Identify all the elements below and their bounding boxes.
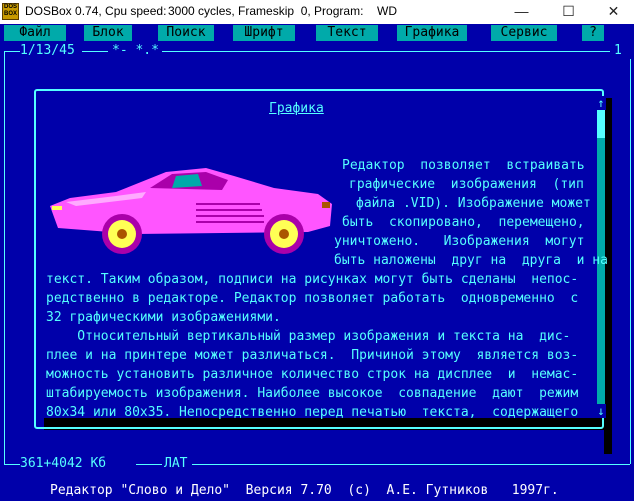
menu-service[interactable]: Сервис xyxy=(491,25,557,41)
frame-bottom-border-left xyxy=(4,464,20,465)
scroll-up-arrow-icon[interactable]: ↑ xyxy=(596,96,606,110)
menu-font[interactable]: Шрифт xyxy=(233,25,295,41)
dosbox-app-icon[interactable]: DOS BOX xyxy=(2,3,19,20)
text-line: Редактор позволяет встраивать xyxy=(342,158,585,173)
frame-top-border-left xyxy=(4,51,20,52)
frame-left-border xyxy=(4,51,5,464)
text-line: редственно в редакторе. Редактор позволя… xyxy=(46,291,579,306)
text-line: можность установить различное количество… xyxy=(46,367,579,382)
text-line: 80x34 или 80x35. Непосредственно перед п… xyxy=(46,405,579,420)
text-line: Относительный вертикальный размер изобра… xyxy=(46,329,571,344)
window-title-program: WD xyxy=(377,4,397,18)
file-marks: *- *.* xyxy=(112,43,159,58)
maximize-button[interactable]: ☐ xyxy=(546,0,591,24)
sports-car-image xyxy=(50,168,332,254)
text-line: 32 графическими изображениями. xyxy=(46,310,281,325)
status-bar: Редактор "Слово и Дело" Версия 7.70 (c) … xyxy=(0,482,634,501)
frame-top-border-mid xyxy=(82,51,108,52)
frame-right-marker: 1 xyxy=(614,43,622,58)
frame-right-border xyxy=(630,59,631,464)
window-title-cycles: 3000 cycles, Frameskip 0, Program: xyxy=(168,4,364,18)
window-title-app: DOSBox 0.74, Cpu speed: xyxy=(25,4,167,18)
menu-file[interactable]: Файл xyxy=(4,25,66,41)
scroll-down-arrow-icon[interactable]: ↓ xyxy=(596,404,606,418)
text-line: штабируемость изображения. Наиболее высо… xyxy=(46,386,579,401)
menu-search[interactable]: Поиск xyxy=(158,25,214,41)
frame-bottom-border-right xyxy=(192,464,630,465)
document-shadow-right xyxy=(604,98,612,454)
text-line: уничтожено. Изображения могут xyxy=(334,234,585,249)
text-line: быть скопировано, перемещено, xyxy=(342,215,585,230)
keyboard-layout-indicator: ЛАТ xyxy=(164,456,188,471)
window-titlebar: DOS BOX DOSBox 0.74, Cpu speed: 3000 cyc… xyxy=(0,0,634,24)
version-info: Редактор "Слово и Дело" Версия 7.70 (c) … xyxy=(50,483,559,498)
text-line: файла .VID). Изображение может xyxy=(356,196,591,211)
menu-block[interactable]: Блок xyxy=(84,25,132,41)
menu-graphics[interactable]: Графика xyxy=(397,25,467,41)
frame-top-border-right xyxy=(162,51,610,52)
text-line: текст. Таким образом, подписи на рисунка… xyxy=(46,272,579,287)
frame-bottom-border-mid xyxy=(136,464,162,465)
close-button[interactable]: ✕ xyxy=(591,0,634,24)
memory-status: 361+4042 Кб xyxy=(20,456,107,471)
menu-text[interactable]: Текст xyxy=(316,25,378,41)
text-line: плее и на принтере может различаться. Пр… xyxy=(46,348,579,363)
dos-screen: Файл Блок Поиск Шрифт Текст Графика Серв… xyxy=(0,24,634,501)
text-line: графические изображения (тип xyxy=(349,177,584,192)
menu-bar: Файл Блок Поиск Шрифт Текст Графика Серв… xyxy=(0,24,634,43)
menu-help[interactable]: ? xyxy=(582,25,604,41)
text-line: быть наложены друг на друга и на xyxy=(334,253,608,268)
document-heading: Графика xyxy=(269,101,324,116)
cursor-position: 1/13/45 xyxy=(20,43,75,58)
minimize-button[interactable]: — xyxy=(499,0,544,24)
